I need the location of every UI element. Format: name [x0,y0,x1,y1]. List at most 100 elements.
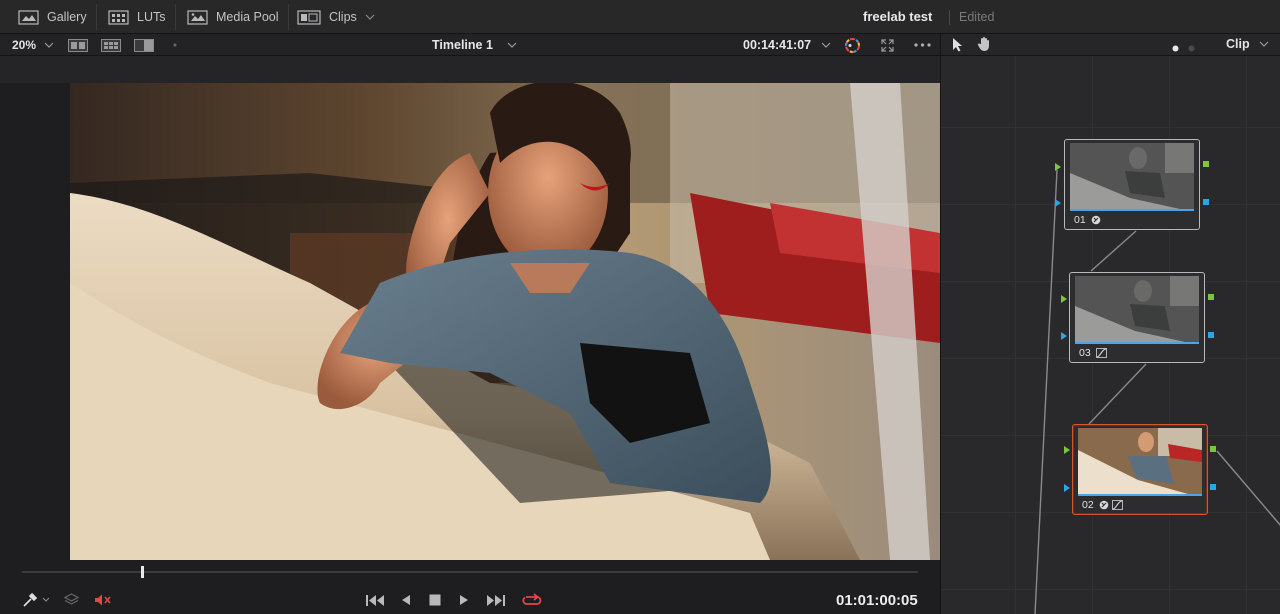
loop-button[interactable] [521,590,543,610]
top-toolbar: Gallery LUTs Media Pool Clips freelab te… [0,0,1280,34]
node-03-input-alpha[interactable] [1061,332,1067,340]
play-icon [460,595,468,605]
video-frame-image [70,83,940,560]
grade-icon [1099,500,1108,510]
color-picker-button[interactable] [844,34,861,56]
hand-tool-button[interactable] [977,36,992,55]
chevron-down-icon [821,42,831,48]
viewer-options-button[interactable] [914,34,931,56]
layers-button[interactable] [62,590,80,610]
node-01[interactable]: 01 [1064,139,1200,230]
node-number: 02 [1082,499,1094,511]
stop-icon [429,594,441,606]
node-02[interactable]: 02 [1072,424,1208,515]
go-to-first-frame-button[interactable] [364,590,386,610]
clips-button[interactable]: Clips [297,0,375,34]
hand-icon [977,37,989,51]
viewer-header: 20% Timeline 1 00:14:41:07 [0,34,940,56]
split-viewer-button[interactable] [134,34,154,56]
pointer-tool-button[interactable] [952,37,963,55]
clips-label: Clips [329,10,357,24]
node-03-input-rgb[interactable] [1061,295,1067,303]
gallery-button[interactable]: Gallery [18,0,87,34]
color-wheel-icon [845,37,860,53]
timeline-dropdown[interactable]: Timeline 1 [432,34,517,56]
speaker-muted-icon [95,594,111,606]
chevron-down-icon [44,42,54,48]
play-reverse-icon [402,595,410,605]
clips-icon [297,9,321,25]
node-03-output-rgb[interactable] [1208,294,1214,300]
viewer-timecode: 00:14:41:07 [743,38,812,52]
node-thumbnail [1075,276,1199,342]
curves-icon [1095,348,1107,358]
node-view-dot-active[interactable] [1172,41,1179,55]
node-01-output-rgb[interactable] [1203,161,1209,167]
node-number: 03 [1079,347,1091,359]
node-02-output-rgb[interactable] [1210,446,1216,452]
timecode-dropdown[interactable]: 00:14:41:07 [743,34,831,56]
node-thumbnail [1070,143,1194,209]
chevron-down-icon [365,14,375,20]
node-01-input-rgb[interactable] [1055,163,1061,171]
node-02-input-alpha[interactable] [1064,484,1070,492]
node-02-output-alpha[interactable] [1210,484,1216,490]
pointer-icon [953,38,962,52]
zoom-value: 20% [12,38,37,52]
viewer-frame[interactable] [70,83,940,560]
skip-back-icon [366,594,384,606]
layers-icon [63,593,79,605]
chevron-down-icon [42,597,50,602]
playhead[interactable] [141,566,145,578]
single-viewer-button[interactable] [68,34,88,56]
node-thumbnail [1078,428,1202,494]
node-03[interactable]: 03 [1069,272,1205,363]
node-02-input-rgb[interactable] [1064,446,1070,454]
loop-icon [522,593,542,605]
project-status: Edited [959,10,995,24]
luts-icon [108,9,129,25]
gallery-icon [18,9,39,25]
node-view-dot[interactable] [1188,41,1195,55]
node-editor-header: Clip [940,34,1280,56]
chevron-down-icon [1259,41,1269,47]
viewer-layout-single-icon [68,38,88,52]
node-mode-dropdown[interactable]: Clip [1226,37,1269,51]
grade-icon [1091,215,1100,225]
node-03-output-alpha[interactable] [1208,332,1214,338]
eyedropper-button[interactable] [20,590,52,610]
node-number: 01 [1074,214,1086,226]
timeline-name: Timeline 1 [432,38,493,52]
node-label: 02 [1082,499,1123,511]
grid-viewer-button[interactable] [101,34,121,56]
node-graph[interactable]: 01 03 02 [940,56,1280,614]
eyedropper-icon [23,592,38,607]
play-button[interactable] [456,590,472,610]
viewer-option-dot[interactable] [173,34,177,56]
zoom-dropdown[interactable]: 20% [12,34,54,56]
curves-icon [1111,500,1123,510]
node-01-output-alpha[interactable] [1203,199,1209,205]
mute-button[interactable] [93,590,113,610]
luts-button[interactable]: LUTs [108,0,165,34]
scrubber-track[interactable] [22,571,918,573]
expand-icon [881,38,894,52]
project-title: freelab test [863,9,933,24]
fullscreen-button[interactable] [881,34,894,56]
node-label: 01 [1074,214,1101,226]
transport-timecode: 01:01:00:05 [836,592,918,609]
media-pool-button[interactable]: Media Pool [187,0,279,34]
gallery-label: Gallery [47,10,87,24]
stop-button[interactable] [427,590,443,610]
dot-icon [1172,45,1179,52]
node-label: 03 [1079,347,1107,359]
node-01-input-alpha[interactable] [1055,199,1061,207]
split-wipe-icon [134,38,154,52]
more-horizontal-icon [914,43,931,47]
skip-forward-icon [487,594,505,606]
viewer-layout-grid-icon [101,38,121,52]
dot-icon [173,43,177,47]
chevron-down-icon [507,42,517,48]
go-to-last-frame-button[interactable] [485,590,507,610]
play-reverse-button[interactable] [398,590,414,610]
